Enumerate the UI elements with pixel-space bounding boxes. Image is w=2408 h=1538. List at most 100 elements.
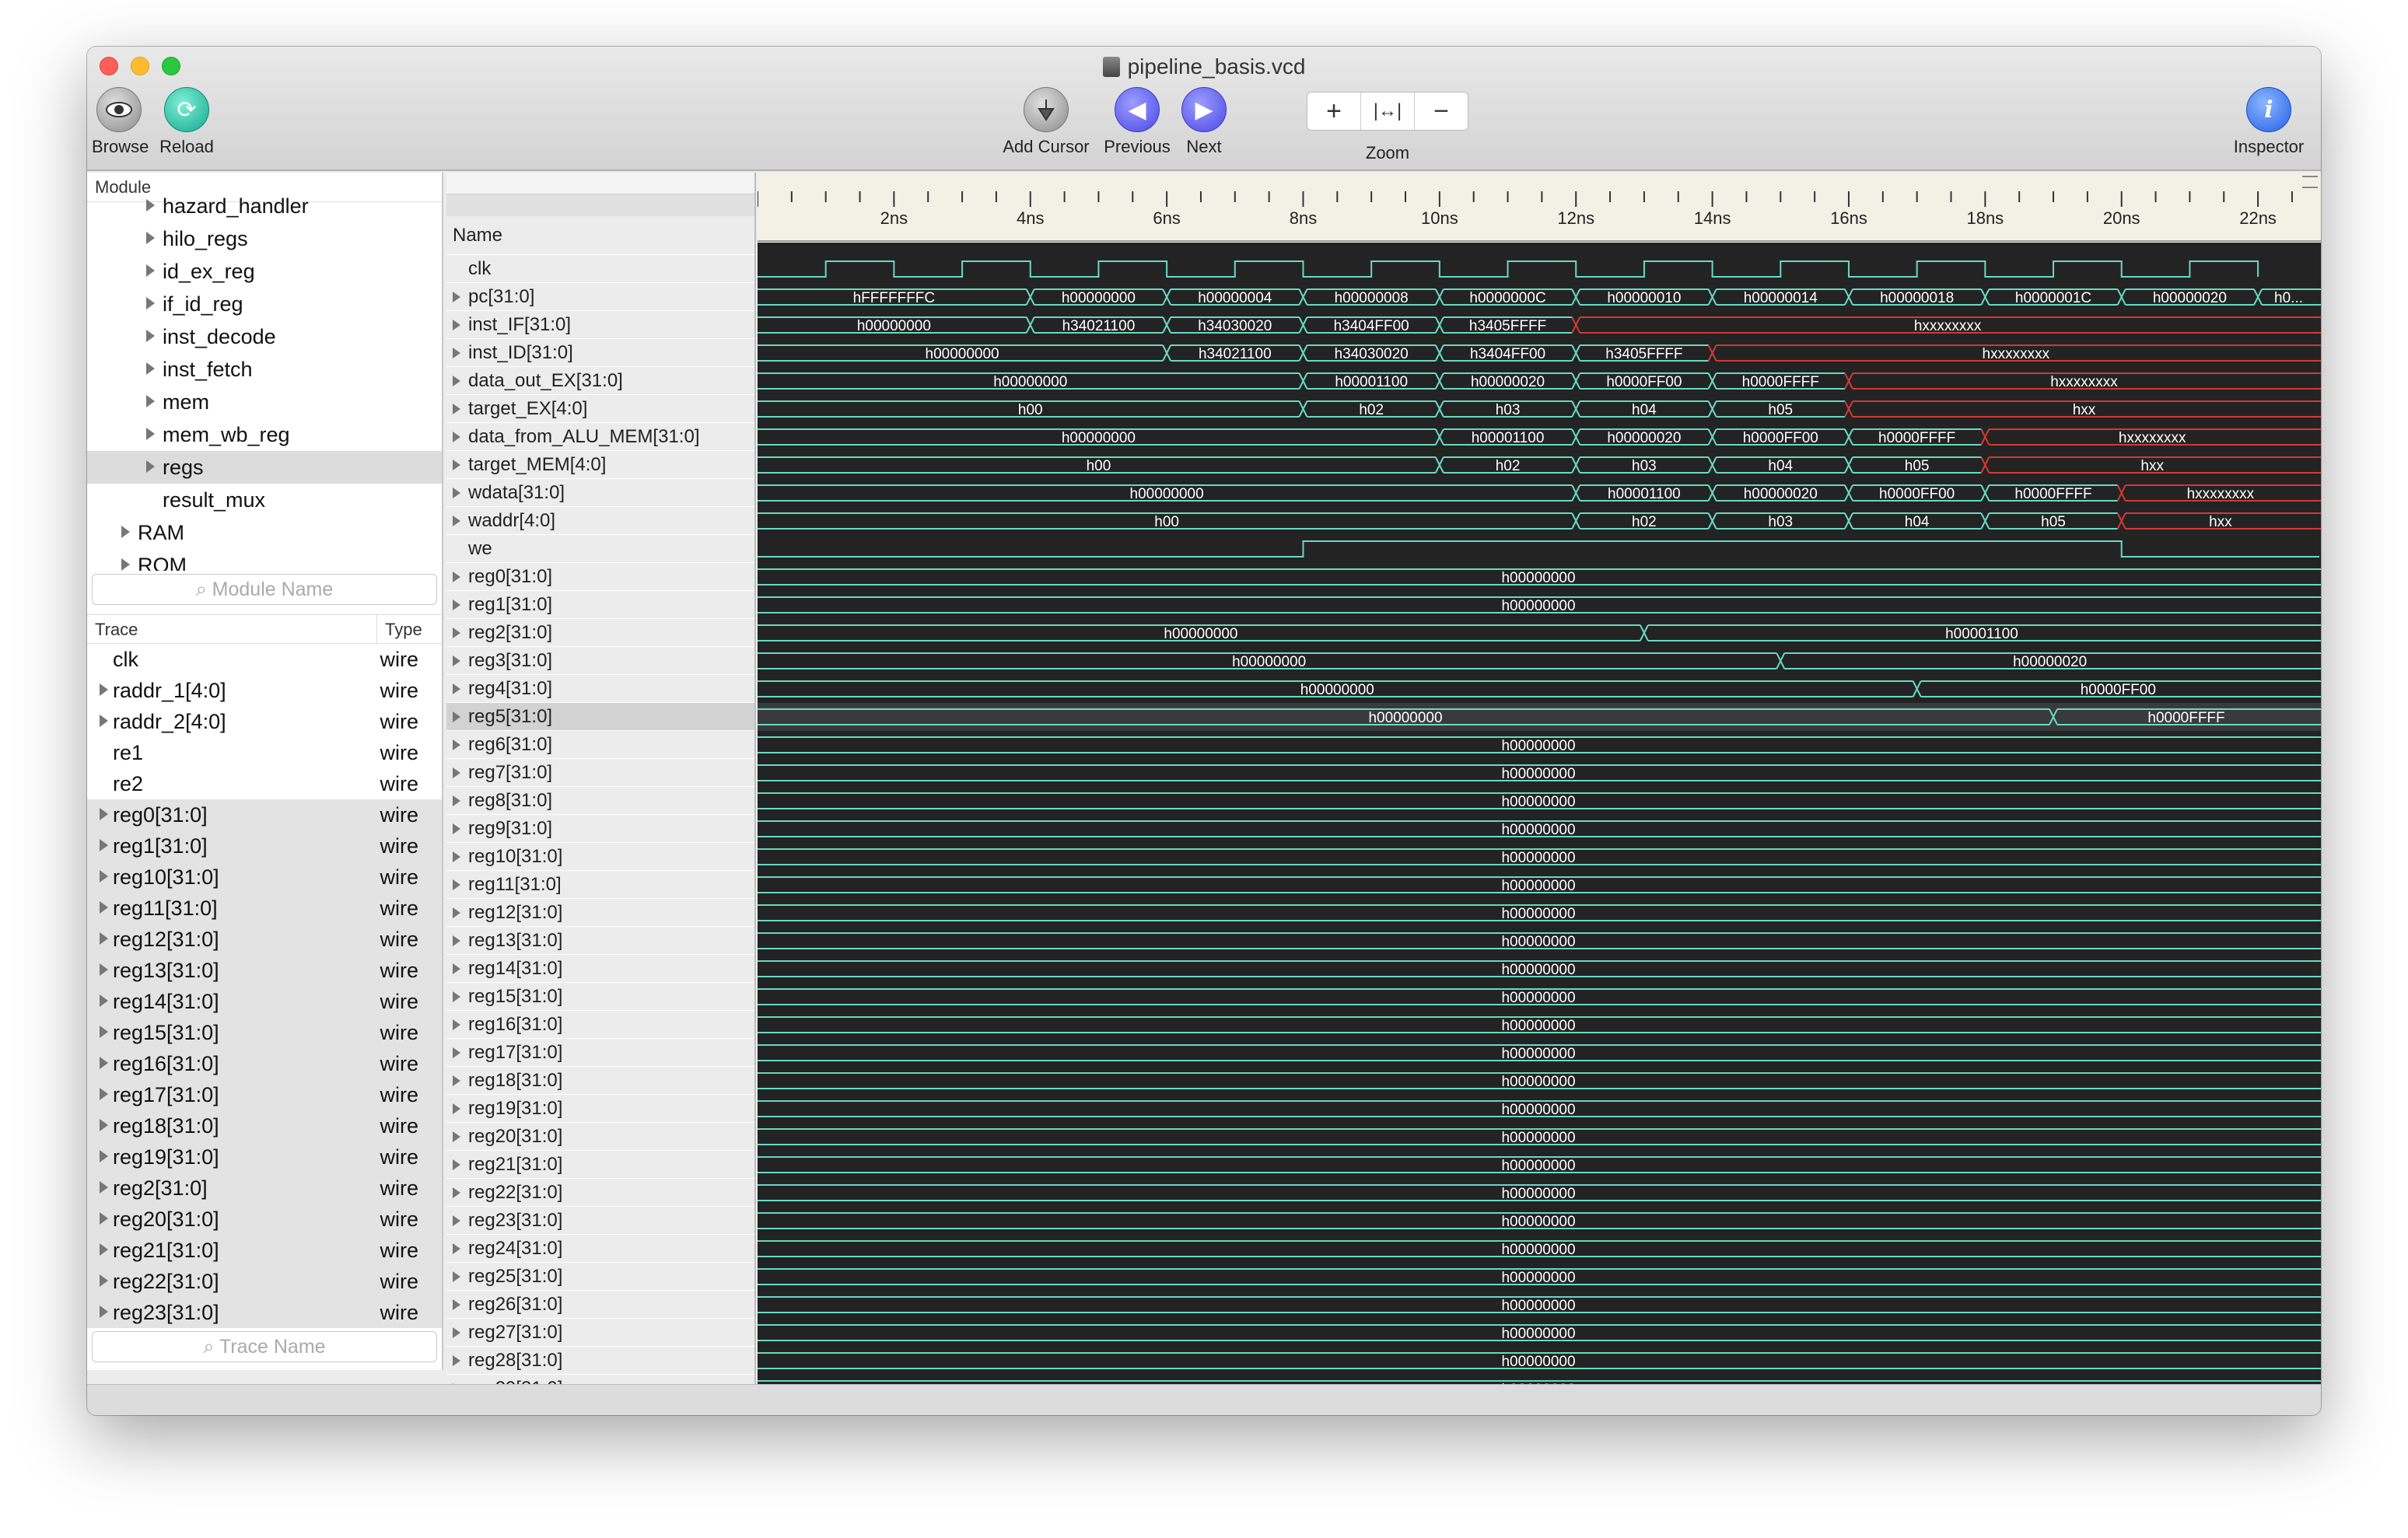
signal-name-row[interactable]: reg1[31:0] (446, 591, 754, 619)
module-item-result-mux[interactable]: result_mux (87, 484, 442, 516)
value-segment[interactable]: h00000010 (1571, 288, 1709, 306)
value-segment[interactable]: h00000000 (758, 820, 2321, 838)
module-search-field[interactable]: ⌕ Module Name (92, 574, 437, 605)
waveform-view[interactable]: 2ns 4ns 6ns 8ns 10ns 12ns 14ns 16ns 18ns 20ns 22ns… (758, 173, 2321, 1386)
signal-name-row[interactable]: target_MEM[4:0] (446, 451, 754, 479)
trace-row[interactable]: reg10[31:0] wire (87, 862, 442, 893)
value-segment[interactable]: h00001100 (1640, 624, 2321, 642)
disclosure-triangle-icon[interactable] (453, 823, 460, 834)
disclosure-triangle-icon[interactable] (453, 1187, 460, 1198)
disclosure-triangle-icon[interactable] (121, 526, 130, 538)
disclosure-triangle-icon[interactable] (100, 1306, 108, 1318)
value-segment[interactable]: h00000000 (758, 1016, 2321, 1034)
signal-name-row[interactable]: reg19[31:0] (446, 1095, 754, 1123)
disclosure-triangle-icon[interactable] (453, 320, 460, 330)
disclosure-triangle-icon[interactable] (453, 460, 460, 470)
value-segment[interactable]: h00000000 (758, 1072, 2321, 1090)
signal-name-row[interactable]: data_out_EX[31:0] (446, 367, 754, 395)
value-segment[interactable]: h00000020 (1434, 372, 1573, 390)
value-segment[interactable]: h00000000 (758, 316, 1027, 334)
value-segment[interactable]: h00000000 (758, 1156, 2321, 1174)
value-segment[interactable]: h00 (758, 456, 1436, 474)
signal-name-row[interactable]: reg14[31:0] (446, 955, 754, 983)
value-segment[interactable]: h0000FF00 (1571, 372, 1709, 390)
signal-name-row[interactable]: inst_IF[31:0] (446, 311, 754, 339)
value-segment[interactable]: h00000000 (758, 596, 2321, 614)
disclosure-triangle-icon[interactable] (453, 1075, 460, 1086)
disclosure-triangle-icon[interactable] (453, 1131, 460, 1142)
value-segment[interactable]: h00000000 (758, 1240, 2321, 1258)
trace-row[interactable]: re2 wire (87, 768, 442, 799)
value-segment[interactable]: h05 (1844, 456, 1982, 474)
value-segment[interactable]: h00000008 (1298, 288, 1436, 306)
value-segment[interactable]: h3404FF00 (1434, 344, 1573, 362)
disclosure-triangle-icon[interactable] (121, 558, 130, 571)
value-segment[interactable]: h0000FFFF (1707, 372, 1845, 390)
disclosure-triangle-icon[interactable] (453, 292, 460, 302)
disclosure-triangle-icon[interactable] (100, 1026, 108, 1038)
value-segment[interactable]: h00000000 (758, 1324, 2321, 1342)
disclosure-triangle-icon[interactable] (453, 432, 460, 442)
value-segment[interactable]: h04 (1707, 456, 1845, 474)
signal-name-row[interactable]: reg4[31:0] (446, 675, 754, 703)
value-segment[interactable]: h00000000 (758, 876, 2321, 894)
module-item-rom[interactable]: ROM (87, 549, 442, 571)
trace-row[interactable]: reg20[31:0] wire (87, 1204, 442, 1235)
zoom-fit-button[interactable]: |↔| (1361, 93, 1415, 130)
value-segment[interactable]: h00000020 (1571, 428, 1709, 446)
time-ruler[interactable]: 2ns 4ns 6ns 8ns 10ns 12ns 14ns 16ns 18ns 20ns 22ns (758, 173, 2321, 243)
value-segment[interactable]: h00000000 (758, 1100, 2321, 1118)
disclosure-triangle-icon[interactable] (453, 767, 460, 778)
disclosure-triangle-icon[interactable] (453, 655, 460, 666)
disclosure-triangle-icon[interactable] (100, 1212, 108, 1225)
signal-name-row[interactable]: reg3[31:0] (446, 647, 754, 675)
reload-button[interactable]: ⟳ Reload (156, 87, 218, 157)
module-item-regs[interactable]: regs (87, 451, 442, 484)
signal-name-row[interactable]: reg20[31:0] (446, 1123, 754, 1151)
disclosure-triangle-icon[interactable] (453, 991, 460, 1002)
signal-name-row[interactable]: reg13[31:0] (446, 927, 754, 955)
disclosure-triangle-icon[interactable] (100, 1243, 108, 1256)
value-segment[interactable]: hxxxxxxxx (1571, 316, 2321, 334)
disclosure-triangle-icon[interactable] (146, 297, 155, 309)
trace-row[interactable]: reg1[31:0] wire (87, 830, 442, 862)
trace-row[interactable]: reg23[31:0] wire (87, 1297, 442, 1328)
trace-row[interactable]: reg17[31:0] wire (87, 1079, 442, 1110)
disclosure-triangle-icon[interactable] (146, 460, 155, 473)
disclosure-triangle-icon[interactable] (453, 516, 460, 526)
signal-name-row[interactable]: data_from_ALU_MEM[31:0] (446, 423, 754, 451)
disclosure-triangle-icon[interactable] (100, 994, 108, 1007)
signal-name-row[interactable]: reg17[31:0] (446, 1039, 754, 1067)
value-segment[interactable]: hxxxxxxxx (1844, 372, 2321, 390)
signal-name-row[interactable]: waddr[4:0] (446, 507, 754, 535)
disclosure-triangle-icon[interactable] (146, 428, 155, 440)
disclosure-triangle-icon[interactable] (100, 932, 108, 945)
trace-row[interactable]: reg13[31:0] wire (87, 955, 442, 986)
disclosure-triangle-icon[interactable] (453, 1327, 460, 1338)
disclosure-triangle-icon[interactable] (100, 1119, 108, 1131)
trace-row[interactable]: raddr_1[4:0] wire (87, 675, 442, 706)
disclosure-triangle-icon[interactable] (453, 907, 460, 918)
signal-name-row[interactable]: inst_ID[31:0] (446, 339, 754, 367)
module-item-mem[interactable]: mem (87, 386, 442, 418)
disclosure-triangle-icon[interactable] (453, 935, 460, 946)
signal-name-row[interactable]: reg2[31:0] (446, 619, 754, 647)
value-segment[interactable]: h00000000 (758, 484, 1573, 502)
value-segment[interactable]: h02 (1434, 456, 1573, 474)
trace-row[interactable]: reg21[31:0] wire (87, 1235, 442, 1266)
name-column-header[interactable]: Name (446, 216, 754, 255)
signal-name-row[interactable]: reg8[31:0] (446, 787, 754, 815)
module-item-inst-fetch[interactable]: inst_fetch (87, 353, 442, 386)
disclosure-triangle-icon[interactable] (453, 963, 460, 974)
zoom-out-button[interactable]: − (1415, 93, 1468, 130)
value-segment[interactable]: h0000000C (1434, 288, 1573, 306)
trace-row[interactable]: reg22[31:0] wire (87, 1266, 442, 1297)
value-segment[interactable]: h34030020 (1162, 316, 1300, 334)
trace-search-field[interactable]: ⌕ Trace Name (92, 1331, 437, 1362)
module-item-ram[interactable]: RAM (87, 516, 442, 549)
signal-name-row[interactable]: wdata[31:0] (446, 479, 754, 507)
signal-name-row[interactable]: pc[31:0] (446, 283, 754, 311)
signal-name-row[interactable]: reg15[31:0] (446, 983, 754, 1011)
signal-name-row[interactable]: reg27[31:0] (446, 1319, 754, 1347)
value-segment[interactable]: h00000000 (758, 680, 1913, 698)
